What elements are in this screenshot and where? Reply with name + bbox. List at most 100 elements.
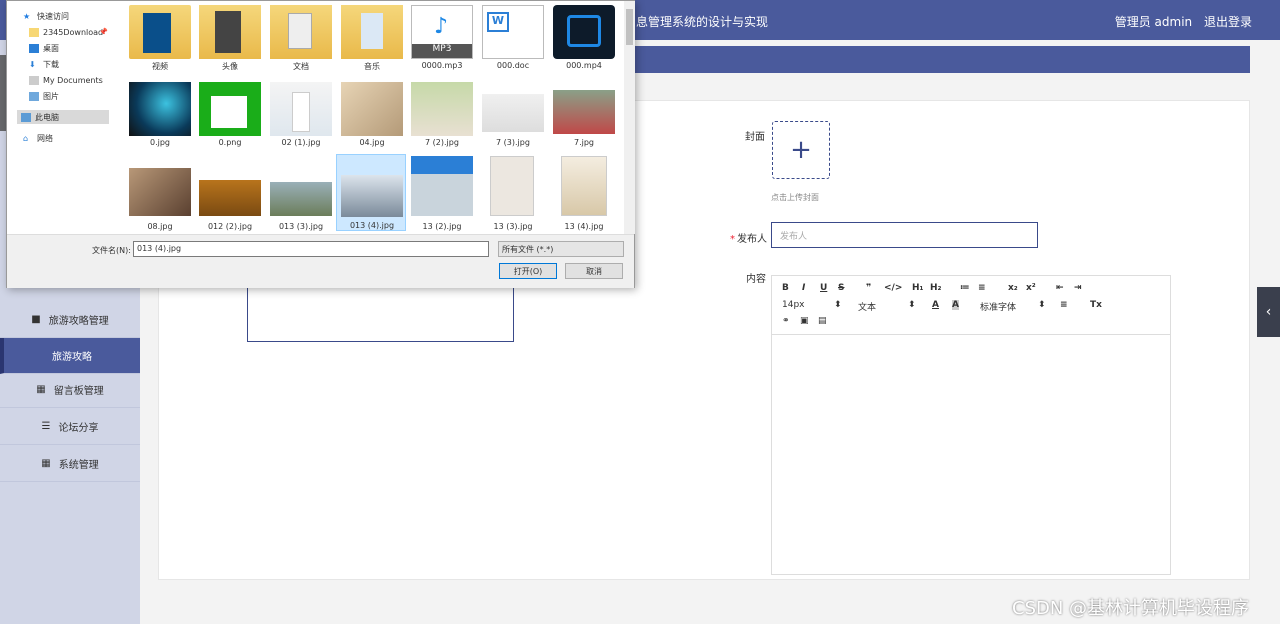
file-grid-scrollbar[interactable] bbox=[624, 1, 635, 234]
sidebar-item-travel-guide[interactable]: 旅游攻略 bbox=[0, 338, 140, 374]
file-item-selected[interactable]: 013 (4).jpg bbox=[336, 154, 406, 231]
computer-icon bbox=[21, 112, 31, 122]
sidebar-item-message-board[interactable]: ▦ 留言板管理 bbox=[0, 372, 140, 408]
header-type-select[interactable]: 文本 bbox=[858, 300, 876, 313]
pictures-icon bbox=[29, 91, 39, 101]
file-item[interactable]: 13 (2).jpg bbox=[407, 154, 477, 231]
user-area: 管理员 admin 退出登录 bbox=[1107, 13, 1252, 30]
outdent-button[interactable]: ⇤ bbox=[1056, 283, 1064, 293]
nav-item-network[interactable]: ⌂ 网络 bbox=[23, 131, 53, 145]
subscript-button[interactable]: x₂ bbox=[1008, 283, 1018, 293]
strike-button[interactable]: S bbox=[838, 283, 844, 293]
nav-item-2345download[interactable]: 2345Download bbox=[29, 25, 103, 39]
scrollbar-thumb[interactable] bbox=[626, 9, 633, 45]
filetype-select[interactable]: 所有文件 (*.*) bbox=[498, 241, 624, 257]
logout-link[interactable]: 退出登录 bbox=[1204, 15, 1252, 29]
file-item[interactable]: 0.png bbox=[195, 78, 265, 155]
file-item[interactable]: 02 (1).jpg bbox=[266, 78, 336, 155]
file-grid: 视频 头像 文档 音乐 MP3 ♪ 0000.mp3 W 000.doc 000.mp… bbox=[119, 1, 627, 234]
star-icon: ★ bbox=[23, 11, 31, 21]
chevron-icon: ⬍ bbox=[834, 300, 842, 310]
file-item[interactable]: 13 (3).jpg bbox=[478, 154, 548, 231]
font-size-select[interactable]: 14px bbox=[782, 300, 805, 310]
link-icon[interactable]: ⚭ bbox=[782, 316, 790, 326]
font-family-select[interactable]: 标准字体 bbox=[980, 300, 1016, 313]
folder-icon bbox=[29, 27, 39, 37]
bullet-list-button[interactable]: ≡ bbox=[978, 283, 986, 293]
cover-label: 封面 bbox=[745, 132, 765, 143]
filename-label: 文件名(N): bbox=[92, 246, 131, 255]
rich-text-editor[interactable]: B I U S ❞ </> H₁ H₂ ≔ ≡ x₂ x² ⇤ ⇥ 14px ⬍… bbox=[771, 275, 1171, 575]
file-item[interactable]: 视频 bbox=[125, 1, 195, 78]
file-item[interactable]: 0.jpg bbox=[125, 78, 195, 155]
dialog-nav-pane: ★ 快速访问 2345Download 📌 桌面 ⬇ 下载 My Documents… bbox=[7, 1, 115, 234]
editor-toolbar: B I U S ❞ </> H₁ H₂ ≔ ≡ x₂ x² ⇤ ⇥ 14px ⬍… bbox=[772, 276, 1170, 335]
summary-textarea[interactable] bbox=[247, 285, 514, 342]
h1-button[interactable]: H₁ bbox=[912, 283, 923, 293]
cancel-button[interactable]: 取消 bbox=[565, 263, 623, 279]
h2-button[interactable]: H₂ bbox=[930, 283, 941, 293]
network-icon: ⌂ bbox=[23, 133, 29, 143]
publisher-label: * 发布人 bbox=[730, 234, 767, 245]
bold-button[interactable]: B bbox=[782, 283, 789, 293]
plus-icon: + bbox=[790, 135, 812, 165]
user-label: 管理员 admin bbox=[1114, 15, 1193, 29]
file-item[interactable]: 7.jpg bbox=[549, 78, 619, 155]
chevron-icon: ⬍ bbox=[1038, 300, 1046, 310]
ordered-list-button[interactable]: ≔ bbox=[960, 283, 970, 293]
file-item[interactable]: 08.jpg bbox=[125, 154, 195, 231]
watermark: CSDN @基林计算机毕设程序 bbox=[1012, 598, 1250, 619]
pin-icon: 📌 bbox=[99, 28, 108, 36]
nav-item-my-documents[interactable]: My Documents bbox=[29, 73, 103, 87]
chevron-left-icon[interactable]: ‹ bbox=[1257, 287, 1280, 337]
clear-format-button[interactable]: Tx bbox=[1090, 300, 1102, 310]
text-color-button[interactable]: A bbox=[932, 300, 939, 310]
file-item[interactable]: 文档 bbox=[266, 1, 336, 78]
sidebar-item-system[interactable]: ▦ 系统管理 bbox=[0, 446, 140, 482]
clipboard-icon: ■ bbox=[31, 314, 41, 325]
nav-item-quick-access[interactable]: ★ 快速访问 bbox=[23, 9, 69, 23]
nav-item-pictures[interactable]: 图片 bbox=[29, 89, 59, 103]
file-item[interactable]: MP3 ♪ 0000.mp3 bbox=[407, 1, 477, 78]
code-button[interactable]: </> bbox=[884, 283, 902, 293]
dialog-footer: 文件名(N): 013 (4).jpg 所有文件 (*.*) 打开(O) 取消 bbox=[7, 234, 634, 288]
sliders-icon: ☰ bbox=[41, 421, 51, 432]
file-item[interactable]: 04.jpg bbox=[337, 78, 407, 155]
nav-item-this-pc[interactable]: 此电脑 bbox=[17, 110, 109, 124]
publisher-input[interactable]: 发布人 bbox=[771, 222, 1038, 248]
video-icon[interactable]: ▤ bbox=[818, 316, 827, 326]
file-item[interactable]: 7 (3).jpg bbox=[478, 78, 548, 155]
app-title: 息管理系统的设计与实现 bbox=[636, 15, 769, 29]
desktop-icon bbox=[29, 43, 39, 53]
file-item[interactable]: 13 (4).jpg bbox=[549, 154, 619, 231]
superscript-button[interactable]: x² bbox=[1026, 283, 1036, 293]
image-icon[interactable]: ▣ bbox=[800, 316, 809, 326]
quote-button[interactable]: ❞ bbox=[866, 283, 871, 293]
open-button[interactable]: 打开(O) bbox=[499, 263, 557, 279]
cover-hint: 点击上传封面 bbox=[771, 193, 819, 202]
bg-color-button[interactable]: A bbox=[952, 300, 959, 310]
documents-icon bbox=[29, 75, 39, 85]
content-label: 内容 bbox=[746, 274, 766, 285]
cover-upload-button[interactable]: + bbox=[772, 121, 830, 179]
grid-icon: ▦ bbox=[41, 458, 51, 469]
file-item[interactable]: 012 (2).jpg bbox=[195, 154, 265, 231]
chevron-icon: ⬍ bbox=[908, 300, 916, 310]
file-item[interactable]: 音乐 bbox=[337, 1, 407, 78]
underline-button[interactable]: U bbox=[820, 283, 827, 293]
grid-icon: ▦ bbox=[36, 384, 46, 395]
nav-item-desktop[interactable]: 桌面 bbox=[29, 41, 59, 55]
italic-button[interactable]: I bbox=[802, 283, 805, 293]
file-item[interactable]: 013 (3).jpg bbox=[266, 154, 336, 231]
download-icon: ⬇ bbox=[29, 59, 36, 69]
indent-button[interactable]: ⇥ bbox=[1074, 283, 1082, 293]
filename-input[interactable]: 013 (4).jpg bbox=[133, 241, 489, 257]
sidebar-item-forum[interactable]: ☰ 论坛分享 bbox=[0, 409, 140, 445]
file-item[interactable]: 000.mp4 bbox=[549, 1, 619, 78]
nav-item-downloads[interactable]: ⬇ 下载 bbox=[29, 57, 59, 71]
align-button[interactable]: ≡ bbox=[1060, 300, 1068, 310]
file-item[interactable]: W 000.doc bbox=[478, 1, 548, 78]
file-item[interactable]: 7 (2).jpg bbox=[407, 78, 477, 155]
file-item[interactable]: 头像 bbox=[195, 1, 265, 78]
sidebar-item-travel-guide-manage[interactable]: ■ 旅游攻略管理 bbox=[0, 302, 140, 338]
